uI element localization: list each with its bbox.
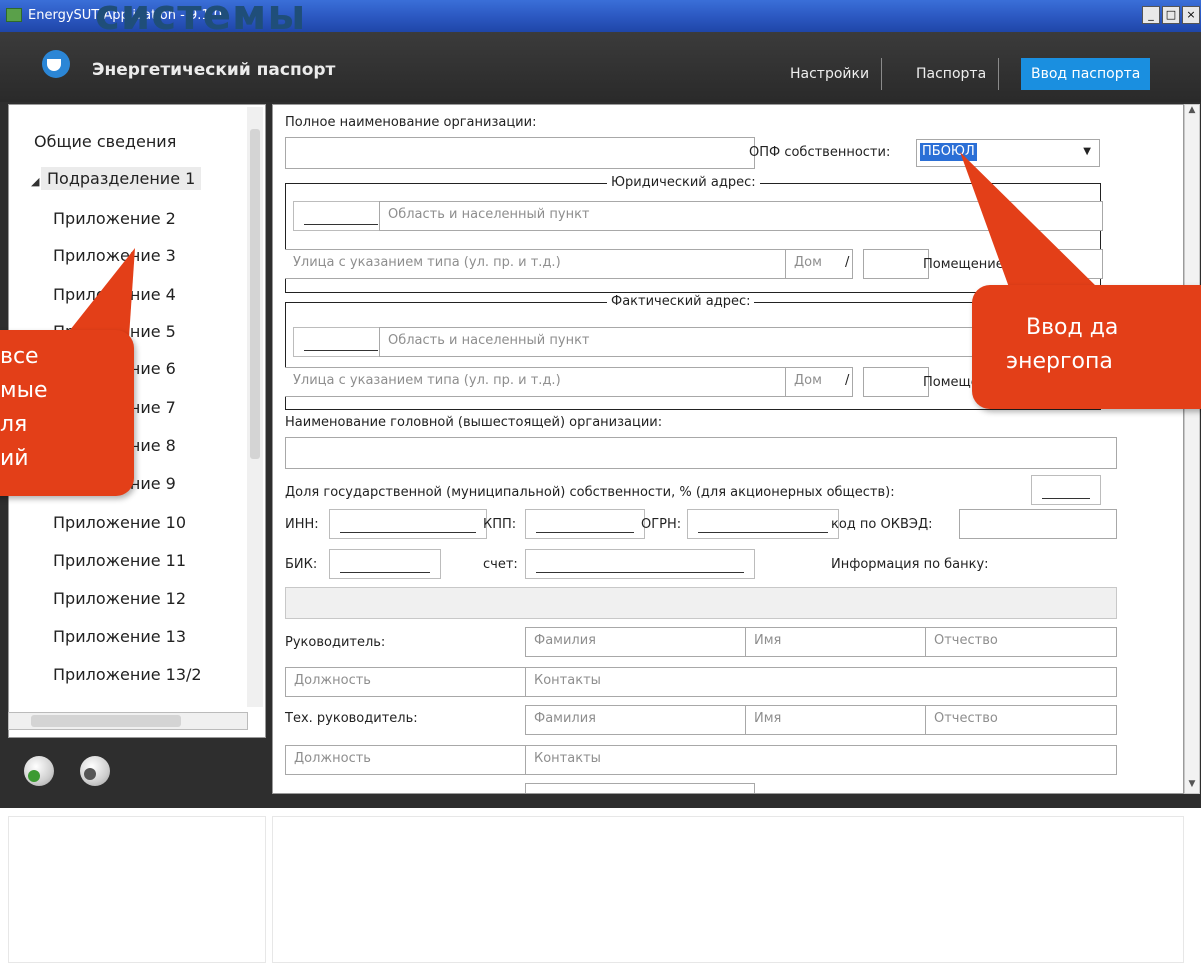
left-callout-line-4: ий <box>0 446 29 471</box>
right-callout-pointer <box>960 152 1100 290</box>
right-callout: Ввод да энергопа <box>972 285 1201 409</box>
left-callout-line-1: все <box>0 344 39 369</box>
window-reflection <box>0 808 1201 963</box>
right-callout-line-1: Ввод да <box>1026 315 1119 340</box>
left-callout-line-2: мые <box>0 378 48 403</box>
reflection-content <box>272 816 1184 963</box>
reflection-sidebar <box>8 816 266 963</box>
left-callout-line-3: ля <box>0 412 28 437</box>
left-callout: все мые ля ий <box>0 330 134 496</box>
right-callout-line-2: энергопа <box>1006 349 1113 374</box>
